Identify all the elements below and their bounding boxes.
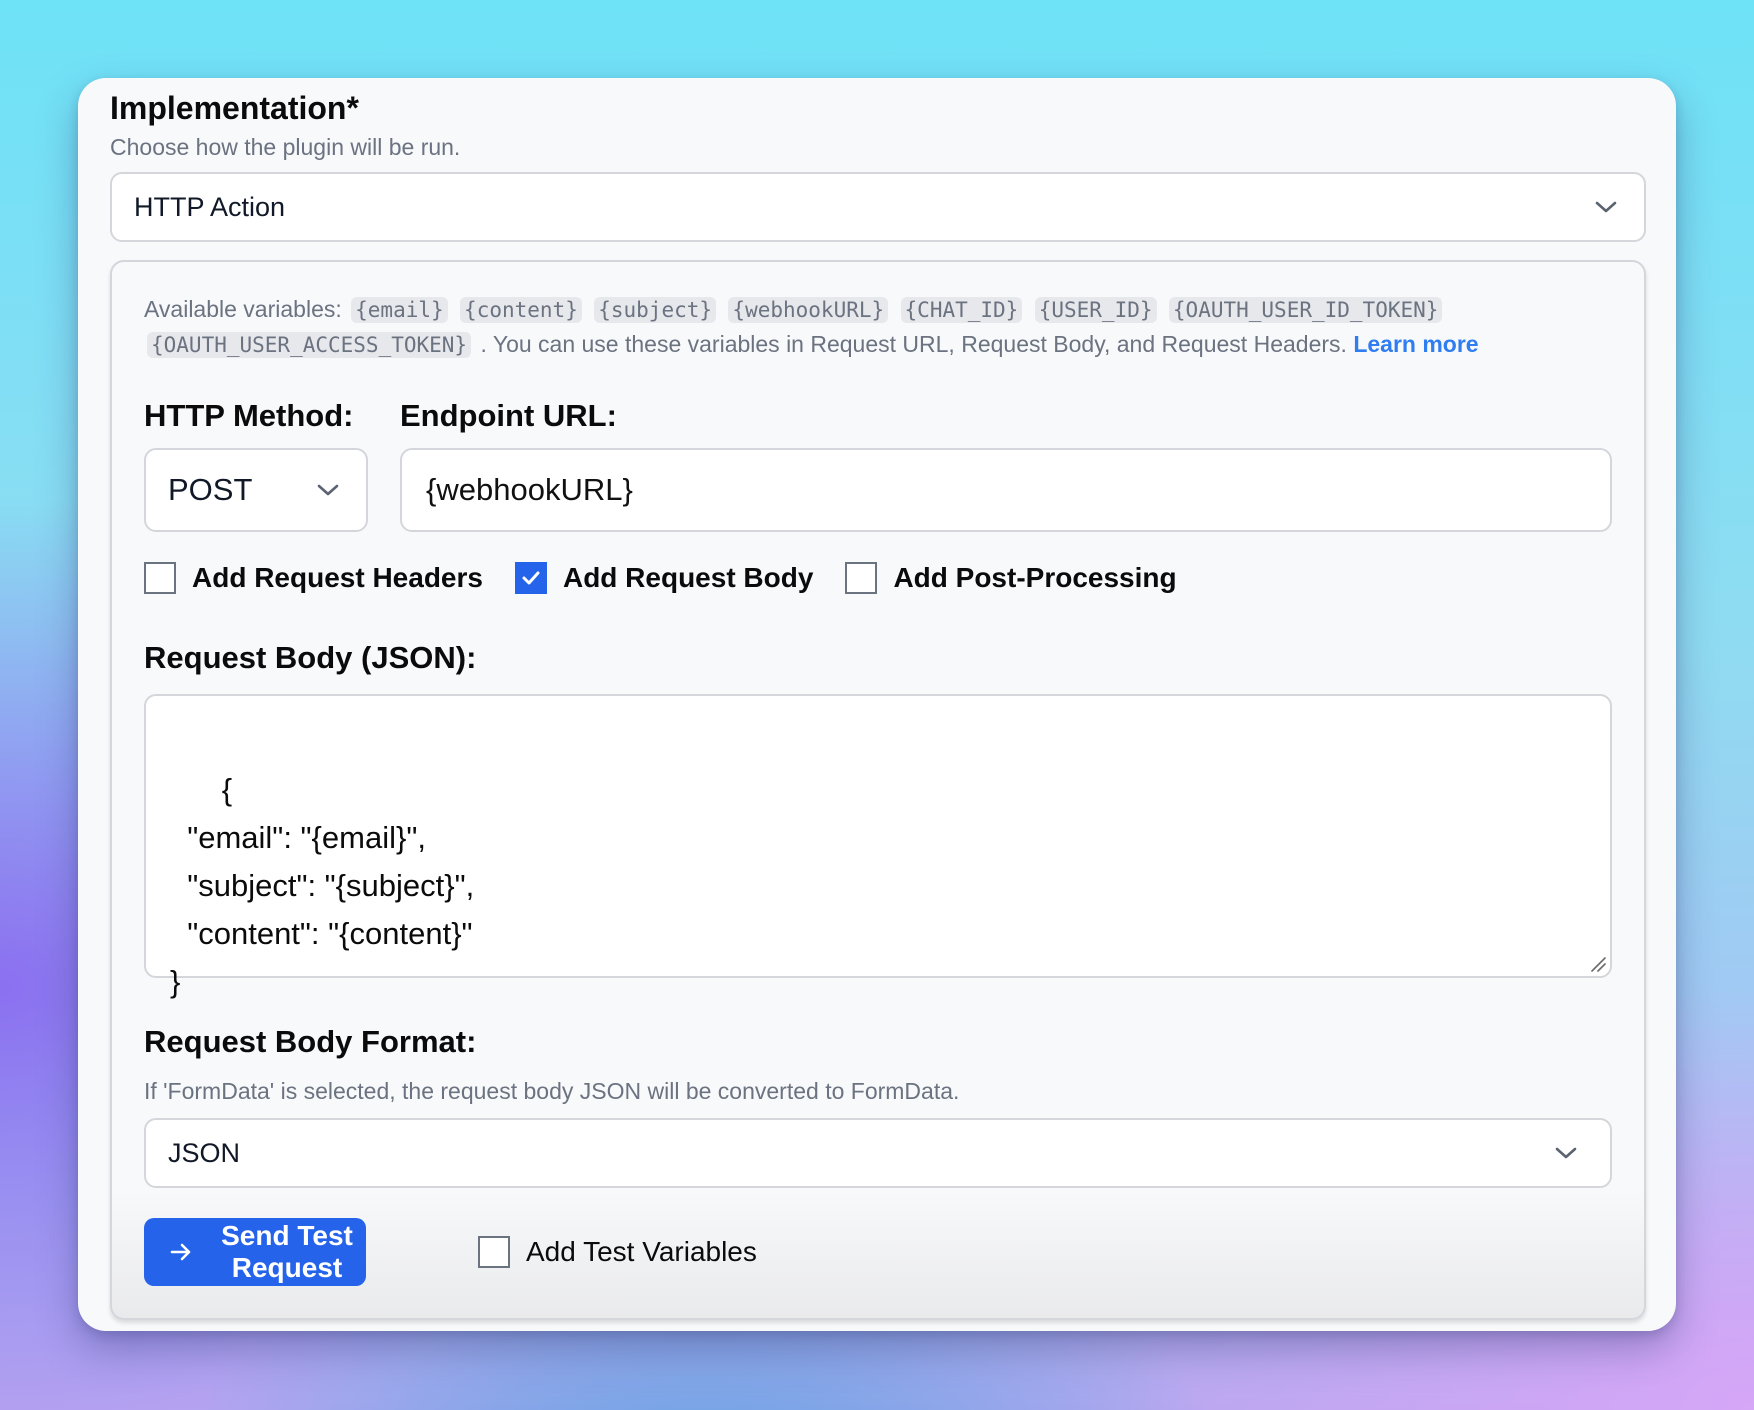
endpoint-url-label: Endpoint URL: <box>400 398 617 433</box>
implementation-subtitle: Choose how the plugin will be run. <box>110 134 461 160</box>
option-label: Add Request Headers <box>192 562 483 593</box>
option-add-post-processing[interactable]: Add Post-Processing <box>845 562 1177 594</box>
variable-chip: {CHAT_ID} <box>900 297 1023 323</box>
request-body-format-hint: If 'FormData' is selected, the request b… <box>144 1078 960 1104</box>
variables-prefix: Available variables: <box>144 296 342 322</box>
request-body-value: { "email": "{email}", "subject": "{subje… <box>170 772 475 999</box>
plugin-implementation-card: Implementation* Choose how the plugin wi… <box>78 78 1676 1331</box>
request-body-label: Request Body (JSON): <box>144 640 477 675</box>
option-add-request-headers[interactable]: Add Request Headers <box>144 562 483 594</box>
option-label: Add Request Body <box>562 562 814 593</box>
variable-chip: {OAUTH_USER_ID_TOKEN} <box>1168 297 1443 323</box>
option-label: Add Post-Processing <box>893 562 1177 593</box>
option-add-request-body[interactable]: Add Request Body <box>514 562 814 594</box>
variable-chip: {OAUTH_USER_ACCESS_TOKEN} <box>147 332 472 358</box>
variable-chip: {webhookURL} <box>728 297 889 323</box>
http-method-select[interactable]: POST <box>144 448 368 532</box>
checkbox-add-request-body[interactable] <box>514 562 547 594</box>
learn-more-link[interactable]: Learn more <box>1353 331 1478 357</box>
add-test-variables-label: Add Test Variables <box>526 1236 757 1267</box>
request-body-format-select[interactable]: JSON <box>144 1118 1612 1188</box>
http-action-panel: Available variables: {email} {content} {… <box>110 260 1646 1320</box>
implementation-select[interactable]: HTTP Action <box>110 172 1646 242</box>
chevron-down-icon <box>316 478 340 502</box>
request-body-format-value: JSON <box>168 1137 241 1168</box>
option-add-test-variables[interactable]: Add Test Variables <box>478 1236 757 1268</box>
http-method-value: POST <box>168 472 253 507</box>
checkmark-icon <box>522 571 540 585</box>
variable-chip: {email} <box>351 297 448 323</box>
checkbox-add-request-headers[interactable] <box>144 562 176 594</box>
available-variables-text: Available variables: {email} {content} {… <box>144 292 1624 362</box>
variable-chip: {content} <box>460 297 582 323</box>
variable-chip: {USER_ID} <box>1034 297 1157 323</box>
send-test-request-label: Send Test Request <box>221 1220 353 1283</box>
checkbox-add-post-processing[interactable] <box>845 562 878 594</box>
implementation-title: Implementation* <box>110 90 359 126</box>
variable-chip: {subject} <box>594 297 717 323</box>
implementation-select-value: HTTP Action <box>134 191 286 222</box>
checkbox-add-test-variables[interactable] <box>478 1236 510 1268</box>
resize-handle-icon[interactable] <box>1590 956 1606 972</box>
http-method-label: HTTP Method: <box>144 398 354 433</box>
variables-suffix: . You can use these variables in Request… <box>480 331 1347 357</box>
request-body-format-label: Request Body Format: <box>144 1024 477 1059</box>
endpoint-url-value: {webhookURL} <box>426 472 633 507</box>
chevron-down-icon <box>1554 1141 1578 1165</box>
request-options: Add Request Headers Add Request Body Add… <box>144 562 1209 594</box>
send-test-request-button[interactable]: Send Test Request <box>144 1218 366 1286</box>
chevron-down-icon <box>1594 195 1618 219</box>
endpoint-url-input[interactable]: {webhookURL} <box>400 448 1612 532</box>
arrow-right-icon <box>170 1237 192 1268</box>
request-body-textarea[interactable]: { "email": "{email}", "subject": "{subje… <box>144 694 1612 999</box>
